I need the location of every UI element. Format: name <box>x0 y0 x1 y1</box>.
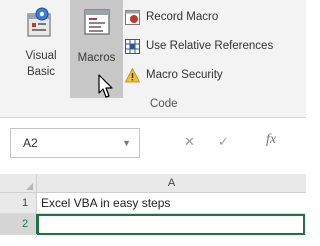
column-header-a[interactable]: A <box>37 174 306 192</box>
macros-label: Macros <box>77 52 116 64</box>
mouse-pointer-icon <box>98 74 113 98</box>
code-group-label: Code <box>150 98 178 110</box>
developer-ribbon: Visual Basic Macros Record Macro Use Rel… <box>0 0 306 117</box>
insert-function-icon[interactable]: fx <box>266 132 276 148</box>
record-macro-button[interactable]: Record Macro <box>122 7 304 27</box>
row-header-2[interactable]: 2 <box>0 214 38 234</box>
macros-icon <box>84 9 110 35</box>
record-macro-icon <box>125 10 140 25</box>
enter-check-icon[interactable]: ✓ <box>218 134 229 150</box>
warning-icon <box>125 68 140 83</box>
formula-bar: A2 ▼ ✕ ✓ fx <box>0 117 306 168</box>
visual-basic-button[interactable]: Visual Basic <box>14 0 68 98</box>
use-relative-references-label: Use Relative References <box>146 40 274 52</box>
cancel-icon[interactable]: ✕ <box>184 134 195 150</box>
worksheet-grid: A 1 Excel VBA in easy steps 2 <box>0 168 306 246</box>
column-header-row: A <box>0 174 306 193</box>
cell-a2-active[interactable] <box>37 214 305 235</box>
use-relative-references-button[interactable]: Use Relative References <box>122 36 304 56</box>
select-all-corner[interactable] <box>0 174 37 192</box>
visual-basic-label-line1: Visual <box>25 50 57 62</box>
table-row: 2 <box>0 214 306 235</box>
chevron-down-icon[interactable]: ▼ <box>122 129 131 157</box>
macro-security-button[interactable]: Macro Security <box>122 65 304 85</box>
table-row: 1 Excel VBA in easy steps <box>0 193 306 214</box>
cell-a1[interactable]: Excel VBA in easy steps <box>37 193 302 213</box>
name-box-value: A2 <box>23 136 38 150</box>
name-box[interactable]: A2 ▼ <box>10 128 140 158</box>
macro-security-label: Macro Security <box>146 69 223 81</box>
row-header-1[interactable]: 1 <box>0 193 37 213</box>
visual-basic-icon <box>27 7 51 37</box>
relative-references-icon <box>125 39 140 54</box>
visual-basic-label-line2: Basic <box>26 66 56 78</box>
record-macro-label: Record Macro <box>146 11 219 23</box>
